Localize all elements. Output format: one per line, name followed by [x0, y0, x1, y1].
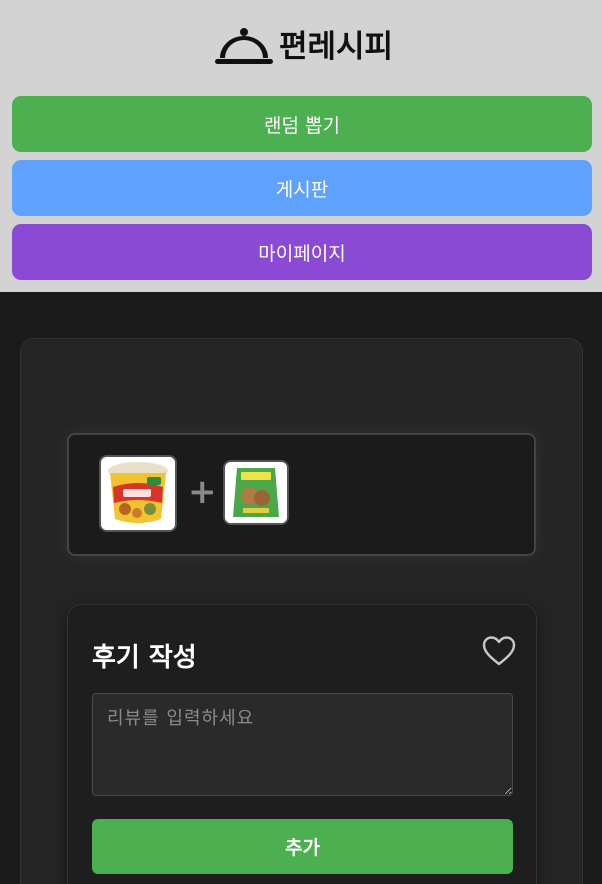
app-logo[interactable]: 편레시피: [213, 24, 393, 70]
review-form: 후기 작성 추가: [67, 604, 537, 884]
plus-separator: +: [188, 472, 217, 512]
board-button[interactable]: 게시판: [12, 160, 592, 216]
add-review-button[interactable]: 추가: [92, 819, 513, 874]
review-input[interactable]: [92, 693, 513, 796]
cloche-icon: [213, 25, 275, 69]
ramen-cup-product[interactable]: [99, 455, 177, 532]
top-header: 편레시피 랜덤 뽑기 게시판 마이페이지: [0, 0, 602, 292]
review-title: 후기 작성: [92, 643, 197, 673]
product-combination: +: [67, 433, 536, 556]
random-pick-button[interactable]: 랜덤 뽑기: [12, 96, 592, 152]
logo-text: 편레시피: [279, 29, 394, 65]
heart-outline-icon[interactable]: [482, 635, 516, 667]
snack-bag-product[interactable]: [223, 460, 289, 525]
mypage-button[interactable]: 마이페이지: [12, 224, 592, 280]
